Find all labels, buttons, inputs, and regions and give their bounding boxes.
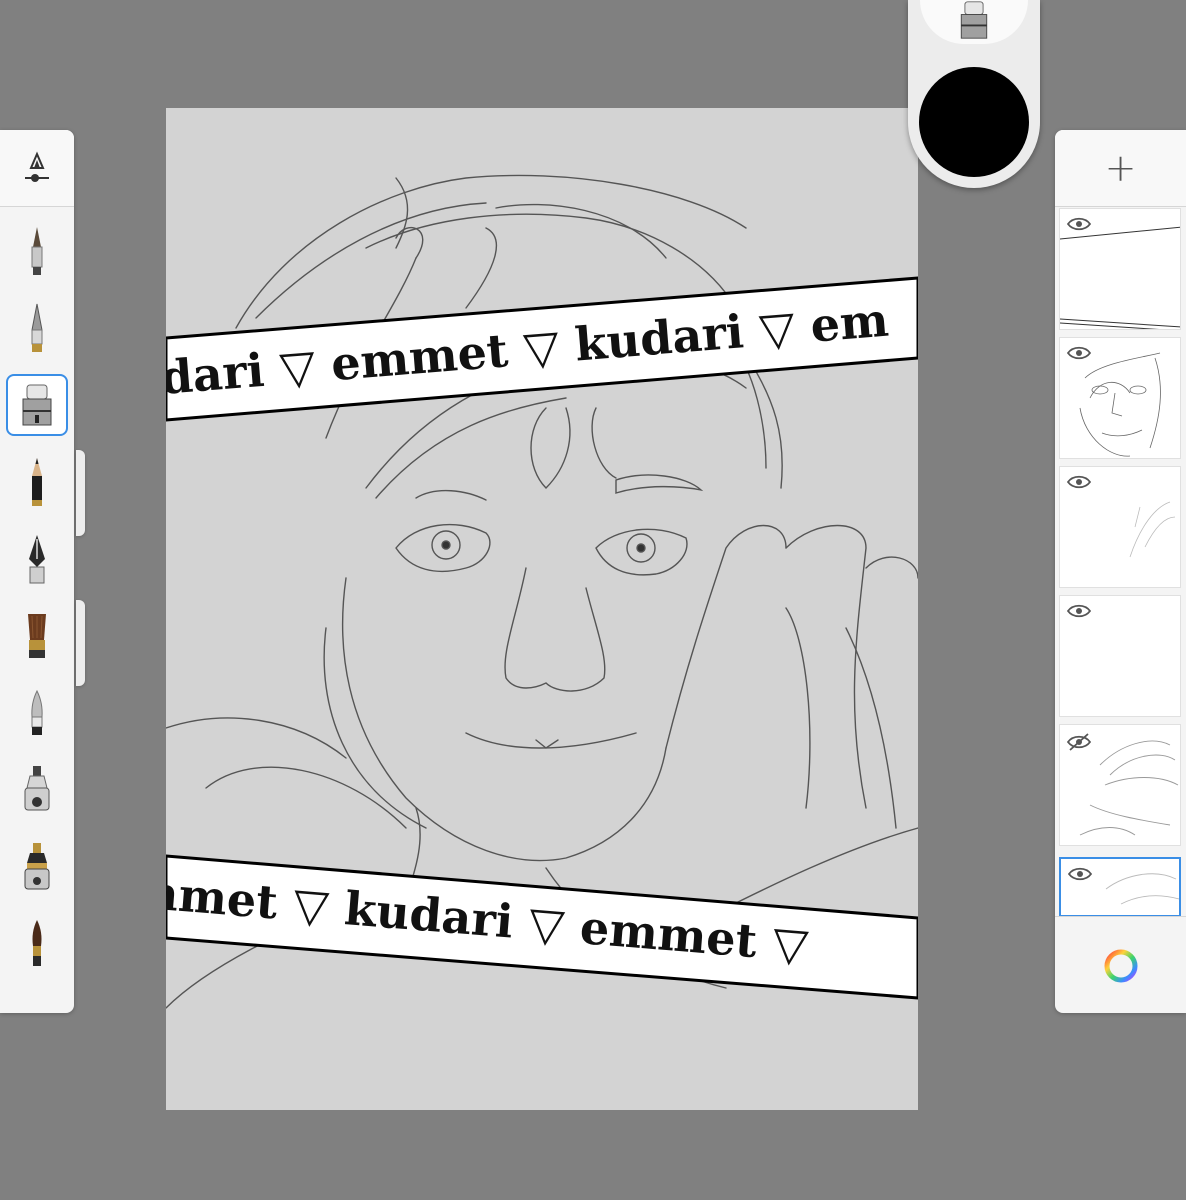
brush-chisel-marker[interactable] [6,682,68,744]
sketch-artwork: dari ▽ emmet ▽ kudari ▽ em nmet ▽ kudari… [166,174,918,1009]
color-editor-button[interactable] [1055,916,1186,1014]
marker-icon [24,766,50,811]
color-wheel-icon [1104,949,1137,982]
top-banner: dari ▽ emmet ▽ kudari ▽ em [166,276,918,422]
pencil-icon [32,458,42,506]
eye-hidden-icon[interactable] [1067,733,1091,751]
toolbar-collapse-handle[interactable] [76,450,85,536]
layer-thumbnail[interactable] [1059,724,1181,846]
brush-paint-brush[interactable] [6,605,68,667]
eye-icon[interactable] [1068,867,1092,881]
brush-eraser[interactable] [6,374,68,436]
watercolor-brush-icon [32,920,42,966]
fill-pen-icon [24,843,50,890]
eye-icon[interactable] [1067,475,1091,489]
brush-fill-pen[interactable] [6,836,68,898]
puck-brush-button[interactable] [920,0,1028,44]
brush-ink-pen[interactable] [6,528,68,590]
eye-icon[interactable] [1067,604,1091,618]
brush-watercolor[interactable] [6,913,68,975]
brush-size-opacity-button[interactable] [0,130,74,207]
eraser-icon [960,1,988,39]
layer-thumbnail[interactable] [1059,208,1181,330]
paint-brush-icon [28,614,46,658]
brush-pencil[interactable] [6,451,68,513]
brush-toolbar [0,130,74,1013]
ballpoint-pen-icon [31,303,43,352]
brush-settings-icon [25,151,49,182]
drawing-canvas[interactable]: dari ▽ emmet ▽ kudari ▽ em nmet ▽ kudari… [166,108,918,1110]
eye-icon[interactable] [1067,346,1091,360]
ink-pen-icon [29,535,45,584]
brush-puck[interactable] [908,0,1040,188]
plus-icon: + [1104,146,1137,190]
color-swatch[interactable] [919,67,1029,177]
eye-icon[interactable] [1067,217,1091,231]
eraser-icon [22,384,52,426]
brush-airbrush[interactable] [6,220,68,282]
airbrush-icon [31,227,43,275]
brush-marker[interactable] [6,759,68,821]
layers-panel: + [1055,130,1186,1013]
layer-thumbnail[interactable] [1059,337,1181,459]
brush-ballpoint-pen[interactable] [6,297,68,359]
toolbar-opacity-handle[interactable] [76,600,85,686]
add-layer-button[interactable]: + [1055,130,1186,207]
layer-thumbnail[interactable] [1059,595,1181,717]
layer-thumbnail[interactable] [1059,466,1181,588]
bottom-banner: nmet ▽ kudari ▽ emmet ▽ [166,854,918,1000]
chisel-marker-icon [31,689,43,735]
layer-thumbnail-selected[interactable] [1059,857,1181,917]
